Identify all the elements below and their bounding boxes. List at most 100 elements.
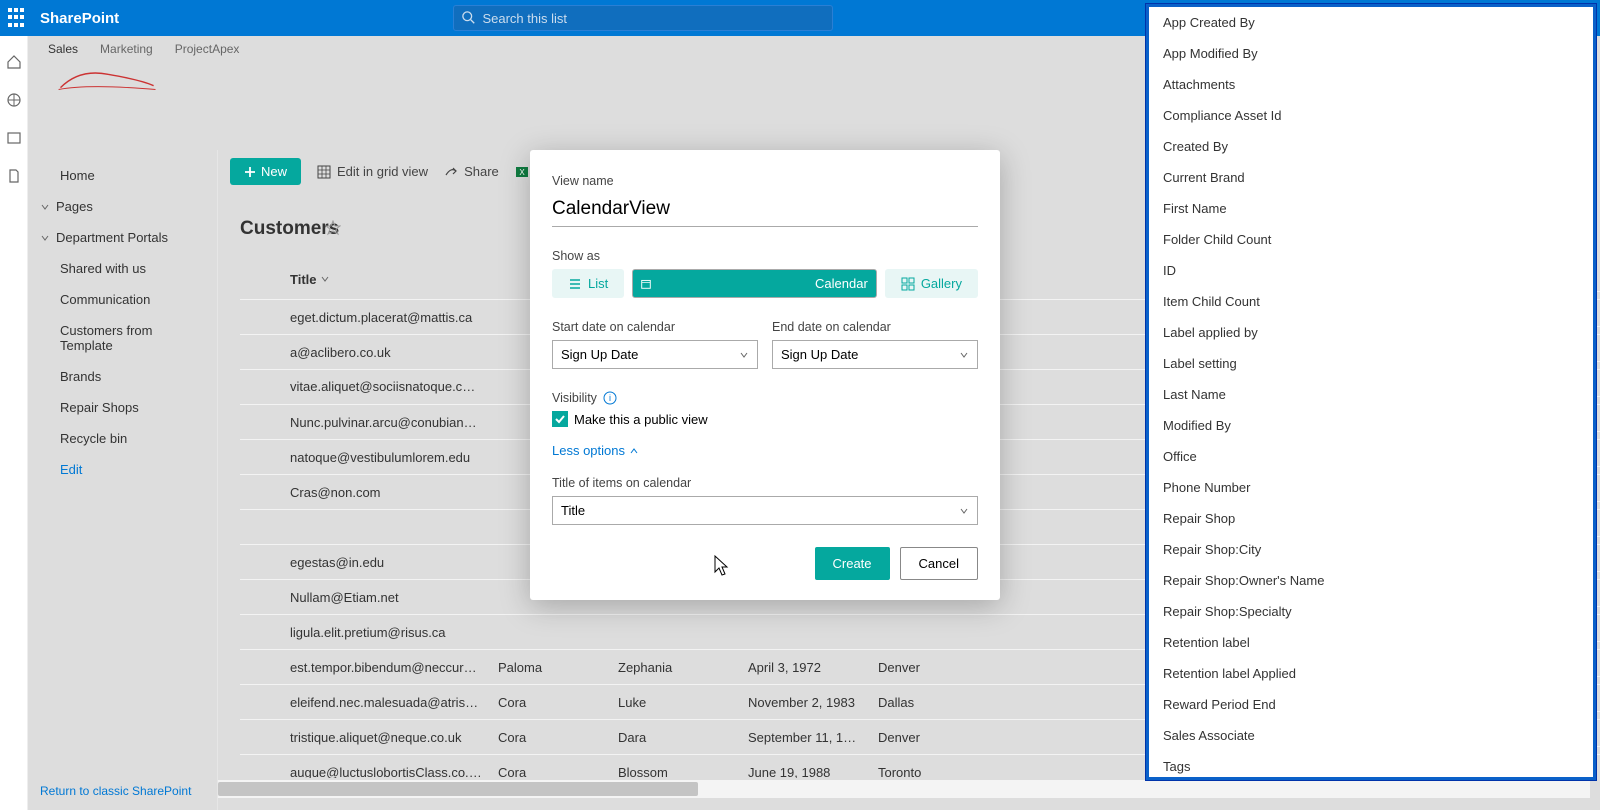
field-option[interactable]: Created By bbox=[1149, 131, 1593, 162]
chevron-up-icon bbox=[629, 446, 639, 456]
cell-office: Toronto bbox=[870, 757, 1030, 779]
nav-item[interactable]: Recycle bin bbox=[28, 423, 217, 454]
field-option[interactable]: Compliance Asset Id bbox=[1149, 100, 1593, 131]
show-as-list[interactable]: List bbox=[552, 269, 624, 298]
field-option[interactable]: Repair Shop:City bbox=[1149, 534, 1593, 565]
show-as-calendar[interactable]: Calendar bbox=[632, 269, 877, 298]
list-label: List bbox=[588, 276, 608, 291]
site-logo[interactable] bbox=[48, 60, 168, 100]
new-label: New bbox=[261, 164, 287, 179]
nav-item[interactable]: Customers from Template bbox=[28, 315, 217, 361]
cell-title: Nunc.pulvinar.arcu@conubianostraper.edu bbox=[240, 407, 490, 438]
cell-date: November 2, 1983 bbox=[740, 687, 870, 718]
field-option[interactable]: Sales Associate bbox=[1149, 720, 1593, 751]
files-icon[interactable] bbox=[6, 168, 22, 184]
news-icon[interactable] bbox=[6, 130, 22, 146]
nav-label: Shared with us bbox=[60, 261, 146, 276]
favorite-icon[interactable] bbox=[325, 220, 341, 236]
search-icon bbox=[462, 11, 476, 25]
end-date-select[interactable]: Sign Up Date bbox=[772, 340, 978, 369]
end-date-value: Sign Up Date bbox=[781, 347, 858, 362]
field-option[interactable]: Item Child Count bbox=[1149, 286, 1593, 317]
cell-date bbox=[740, 624, 870, 640]
cell-first: Cora bbox=[490, 722, 610, 753]
field-option[interactable]: Repair Shop:Specialty bbox=[1149, 596, 1593, 627]
site-tab[interactable]: Marketing bbox=[100, 42, 153, 56]
public-view-checkbox[interactable] bbox=[552, 411, 568, 427]
app-launcher-icon[interactable] bbox=[8, 8, 28, 28]
cancel-button[interactable]: Cancel bbox=[900, 547, 978, 580]
plus-icon bbox=[244, 166, 256, 178]
create-button[interactable]: Create bbox=[815, 547, 890, 580]
nav-label: Pages bbox=[56, 199, 93, 214]
cursor-icon bbox=[712, 554, 730, 578]
less-options-toggle[interactable]: Less options bbox=[552, 443, 978, 458]
start-date-label: Start date on calendar bbox=[552, 320, 758, 334]
search-box[interactable]: Search this list bbox=[453, 5, 833, 31]
nav-label: Communication bbox=[60, 292, 150, 307]
chevron-down-icon bbox=[320, 274, 330, 284]
field-option[interactable]: Attachments bbox=[1149, 69, 1593, 100]
less-label: Less options bbox=[552, 443, 625, 458]
nav-item[interactable]: Brands bbox=[28, 361, 217, 392]
cell-title: eget.dictum.placerat@mattis.ca bbox=[240, 302, 490, 333]
calendar-label: Calendar bbox=[815, 276, 868, 291]
field-option[interactable]: Retention label bbox=[1149, 627, 1593, 658]
cell-last: Blossom bbox=[610, 757, 740, 779]
title-items-value: Title bbox=[561, 503, 585, 518]
horizontal-scrollbar[interactable] bbox=[218, 780, 1590, 798]
field-option[interactable]: Reward Period End bbox=[1149, 689, 1593, 720]
field-option[interactable]: ID bbox=[1149, 255, 1593, 286]
field-option[interactable]: First Name bbox=[1149, 193, 1593, 224]
app-name: SharePoint bbox=[40, 10, 119, 27]
field-option[interactable]: Folder Child Count bbox=[1149, 224, 1593, 255]
field-option[interactable]: Label setting bbox=[1149, 348, 1593, 379]
home-icon[interactable] bbox=[6, 54, 22, 70]
nav-item[interactable]: Department Portals bbox=[28, 222, 217, 253]
cell-title: augue@luctuslobortisClass.co.uk bbox=[240, 757, 490, 779]
col-title[interactable]: Title bbox=[240, 264, 490, 295]
site-tab[interactable]: Sales bbox=[48, 42, 78, 56]
show-as-gallery[interactable]: Gallery bbox=[885, 269, 978, 298]
view-name-input[interactable] bbox=[552, 194, 978, 227]
nav-item[interactable]: Shared with us bbox=[28, 253, 217, 284]
field-option[interactable]: Tags bbox=[1149, 751, 1593, 780]
cell-title: egestas@in.edu bbox=[240, 547, 490, 578]
title-items-select[interactable]: Title bbox=[552, 496, 978, 525]
cell-last bbox=[610, 624, 740, 640]
nav-item[interactable]: Repair Shops bbox=[28, 392, 217, 423]
start-date-select[interactable]: Sign Up Date bbox=[552, 340, 758, 369]
chevron-down-icon bbox=[40, 233, 50, 243]
field-dropdown[interactable]: App Created ByApp Modified ByAttachments… bbox=[1146, 4, 1596, 780]
field-option[interactable]: Current Brand bbox=[1149, 162, 1593, 193]
edit-nav-link[interactable]: Edit bbox=[28, 454, 217, 485]
gallery-icon bbox=[901, 277, 915, 291]
nav-item[interactable]: Communication bbox=[28, 284, 217, 315]
nav-item[interactable]: Home bbox=[28, 160, 217, 191]
field-option[interactable]: App Modified By bbox=[1149, 38, 1593, 69]
cell-title: a@aclibero.co.uk bbox=[240, 337, 490, 368]
visibility-label: Visibility bbox=[552, 391, 597, 405]
field-option[interactable]: App Created By bbox=[1149, 7, 1593, 38]
share-button[interactable]: Share bbox=[444, 164, 499, 179]
field-option[interactable]: Office bbox=[1149, 441, 1593, 472]
field-option[interactable]: Last Name bbox=[1149, 379, 1593, 410]
return-classic-link[interactable]: Return to classic SharePoint bbox=[40, 784, 191, 798]
field-option[interactable]: Repair Shop bbox=[1149, 503, 1593, 534]
field-option[interactable]: Repair Shop:Owner's Name bbox=[1149, 565, 1593, 596]
field-option[interactable]: Retention label Applied bbox=[1149, 658, 1593, 689]
cell-title: tristique.aliquet@neque.co.uk bbox=[240, 722, 490, 753]
field-option[interactable]: Label applied by bbox=[1149, 317, 1593, 348]
new-button[interactable]: New bbox=[230, 158, 301, 185]
nav-label: Customers from Template bbox=[60, 323, 203, 353]
view-name-label: View name bbox=[552, 174, 978, 188]
cell-title: est.tempor.bibendum@neccursusa.com bbox=[240, 652, 490, 683]
nav-item[interactable]: Pages bbox=[28, 191, 217, 222]
edit-grid-button[interactable]: Edit in grid view bbox=[317, 164, 428, 179]
field-option[interactable]: Phone Number bbox=[1149, 472, 1593, 503]
site-tab[interactable]: ProjectApex bbox=[175, 42, 240, 56]
globe-icon[interactable] bbox=[6, 92, 22, 108]
cell-title: vitae.aliquet@sociisnatoque.com bbox=[240, 371, 490, 403]
info-icon[interactable]: i bbox=[603, 391, 617, 405]
field-option[interactable]: Modified By bbox=[1149, 410, 1593, 441]
